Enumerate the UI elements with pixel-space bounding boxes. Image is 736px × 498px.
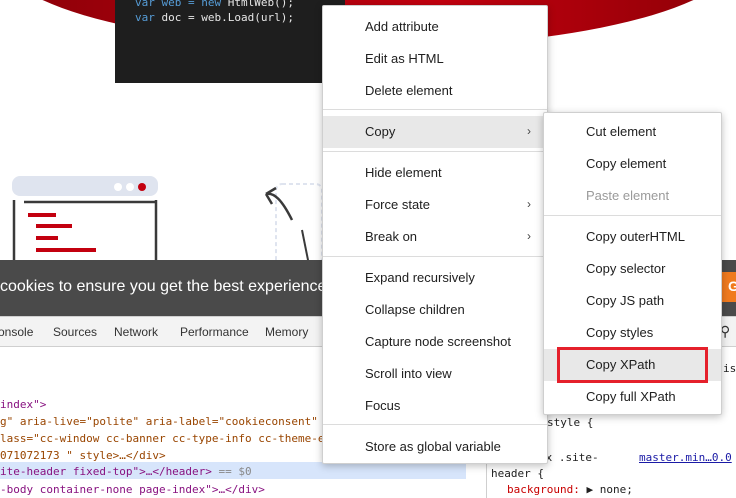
menu-item-collapse-children[interactable]: Collapse children [323,294,547,326]
tab-console[interactable]: onsole [0,325,33,339]
submenu-item-copy-selector[interactable]: Copy selector [544,253,721,285]
chevron-right-icon: › [527,229,531,243]
code-line-1: var web = new HtmlWeb(); [135,0,294,9]
submenu-item-cut-element[interactable]: Cut element [544,116,721,148]
submenu-item-copy-styles[interactable]: Copy styles [544,317,721,349]
styles-fragment: iste [723,362,736,375]
cookie-message: cookies to ensure you get the best exper… [0,278,327,295]
style-selector: header { [491,467,544,480]
menu-separator [323,424,547,425]
submenu-item-copy-outerhtml[interactable]: Copy outerHTML [544,221,721,253]
cookie-accept-button[interactable]: G [722,272,736,302]
menu-item-copy[interactable]: Copy › [323,116,547,148]
highlight-annotation-box [557,347,708,383]
dom-node-line[interactable]: 071072173 " style>…</div> [0,449,166,462]
dom-node-line[interactable]: index"> [0,398,46,411]
menu-item-delete-element[interactable]: Delete element [323,75,547,107]
submenu-item-copy-element[interactable]: Copy element [544,148,721,180]
menu-item-edit-as-html[interactable]: Edit as HTML [323,43,547,75]
dom-node-line-selected[interactable]: ite-header fixed-top">…</header> == $0 [0,462,466,479]
code-line-2: var doc = web.Load(url); [135,11,294,24]
menu-item-break-on[interactable]: Break on › [323,221,547,253]
menu-separator [323,151,547,152]
menu-separator [323,256,547,257]
code-snippet: var web = new HtmlWeb(); var doc = web.L… [115,0,345,83]
submenu-item-copy-full-xpath[interactable]: Copy full XPath [544,381,721,413]
stylesheet-link[interactable]: master.min…0.0 [639,451,732,464]
menu-item-focus[interactable]: Focus [323,390,547,422]
tab-sources[interactable]: Sources [53,325,97,339]
tab-network[interactable]: Network [114,325,158,339]
menu-separator [544,215,721,216]
dom-node-line[interactable]: lass="cc-window cc-banner cc-type-info c… [0,432,325,445]
menu-item-capture-node-screenshot[interactable]: Capture node screenshot [323,326,547,358]
menu-item-add-attribute[interactable]: Add attribute [323,11,547,43]
submenu-item-copy-js-path[interactable]: Copy JS path [544,285,721,317]
style-property[interactable]: background: ▶ none; [507,483,633,496]
menu-item-hide-element[interactable]: Hide element [323,157,547,189]
tab-memory[interactable]: Memory [265,325,308,339]
style-selector: style { [547,416,594,429]
chevron-right-icon: › [527,124,531,138]
tab-performance[interactable]: Performance [180,325,249,339]
menu-item-force-state[interactable]: Force state › [323,189,547,221]
menu-item-expand-recursively[interactable]: Expand recursively [323,262,547,294]
chevron-right-icon: › [527,197,531,211]
menu-item-scroll-into-view[interactable]: Scroll into view [323,358,547,390]
dom-node-line[interactable]: g" aria-live="polite" aria-label="cookie… [0,415,318,428]
context-menu: Add attribute Edit as HTML Delete elemen… [322,5,548,464]
dom-node-line[interactable]: -body container-none page-index">…</div> [0,483,265,496]
menu-separator [323,109,547,110]
menu-item-store-as-global-variable[interactable]: Store as global variable [323,431,547,463]
submenu-item-paste-element[interactable]: Paste element [544,180,721,212]
